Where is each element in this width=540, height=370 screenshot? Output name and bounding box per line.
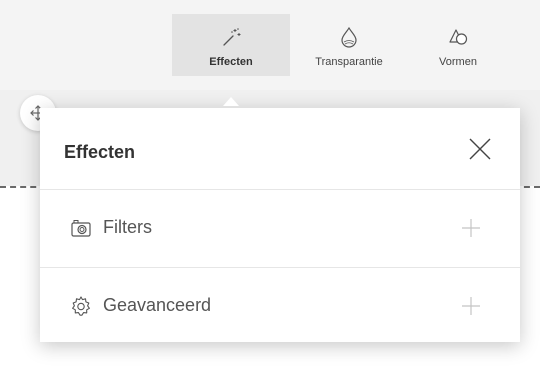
panel-header: Effecten bbox=[40, 108, 520, 190]
tab-transparantie[interactable]: Transparantie bbox=[290, 14, 408, 76]
effects-toolbar: Effecten Transparantie Vormen bbox=[172, 14, 508, 76]
shapes-icon bbox=[449, 29, 468, 45]
geavanceerd-label: Geavanceerd bbox=[103, 295, 212, 315]
close-icon[interactable] bbox=[466, 135, 494, 163]
transparency-drop-icon bbox=[341, 26, 357, 48]
camera-icon bbox=[71, 220, 91, 237]
gear-icon bbox=[72, 296, 90, 316]
effects-panel: Effecten Filters Geavanceerd bbox=[40, 108, 520, 342]
filters-label: Filters bbox=[103, 217, 152, 237]
tab-vormen-label: Vormen bbox=[439, 56, 477, 68]
panel-pointer bbox=[223, 97, 239, 106]
tab-vormen[interactable]: Vormen bbox=[408, 14, 508, 76]
tab-transparantie-label: Transparantie bbox=[315, 56, 383, 68]
geavanceerd-row[interactable]: Geavanceerd bbox=[40, 267, 520, 342]
filters-row[interactable]: Filters bbox=[40, 189, 520, 268]
plus-icon[interactable] bbox=[460, 295, 482, 317]
tab-effecten-label: Effecten bbox=[209, 56, 253, 68]
panel-title: Effecten bbox=[64, 142, 136, 162]
magic-wand-icon bbox=[223, 28, 241, 46]
plus-icon[interactable] bbox=[460, 217, 482, 239]
tab-effecten[interactable]: Effecten bbox=[172, 14, 290, 76]
